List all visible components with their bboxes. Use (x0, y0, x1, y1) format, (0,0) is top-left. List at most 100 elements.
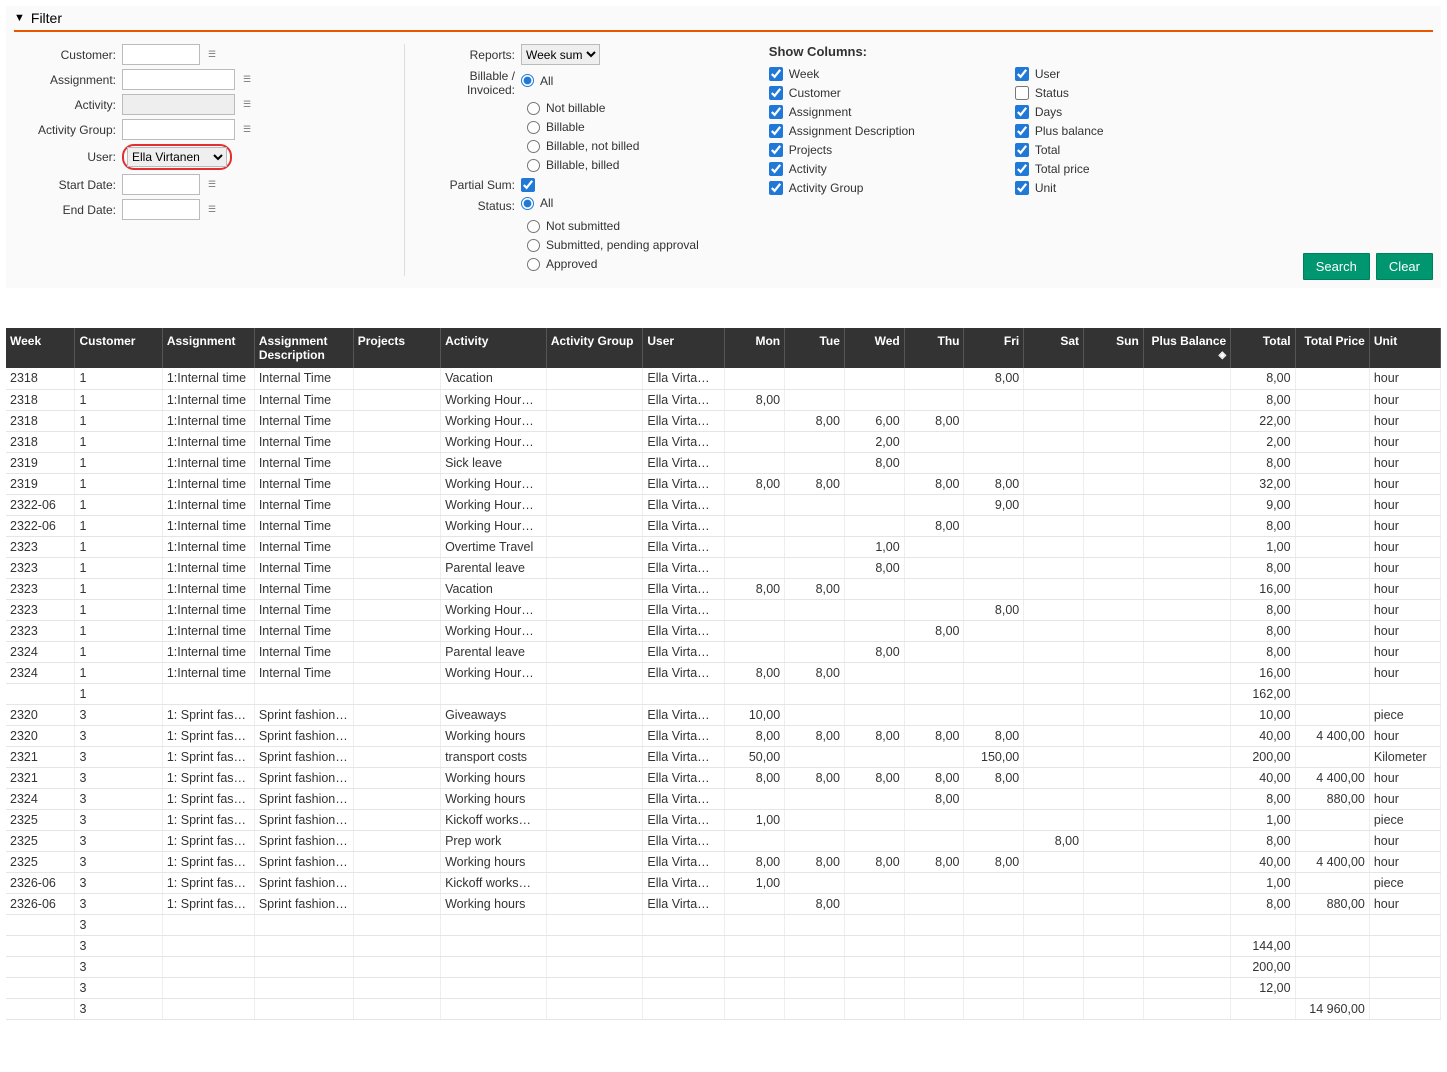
cell-grp (546, 788, 643, 809)
column-checkbox[interactable] (1015, 181, 1029, 195)
table-row[interactable]: 231811:Internal timeInternal TimeVacatio… (6, 368, 1441, 389)
column-checkbox[interactable] (1015, 124, 1029, 138)
customer-input[interactable] (122, 44, 200, 65)
col-header-activity[interactable]: Activity (441, 328, 547, 368)
status-radio-input[interactable] (527, 258, 540, 271)
table-row[interactable]: 232131: Sprint fashi…Sprint fashion …tra… (6, 746, 1441, 767)
col-header-tue[interactable]: Tue (785, 328, 845, 368)
billable-radio-input[interactable] (527, 121, 540, 134)
cell-desc: Internal Time (254, 599, 353, 620)
col-header-fri[interactable]: Fri (964, 328, 1024, 368)
col-header-thu[interactable]: Thu (904, 328, 964, 368)
col-header-activity-group[interactable]: Activity Group (546, 328, 643, 368)
table-row[interactable]: 232311:Internal timeInternal TimeWorking… (6, 620, 1441, 641)
column-checkbox[interactable] (769, 67, 783, 81)
table-row[interactable]: 231911:Internal timeInternal TimeSick le… (6, 452, 1441, 473)
billable-radio-input[interactable] (527, 102, 540, 115)
table-row[interactable]: 232131: Sprint fashi…Sprint fashion …Wor… (6, 767, 1441, 788)
customer-picker-icon[interactable] (204, 47, 220, 63)
partial-sum-checkbox[interactable] (521, 178, 535, 192)
status-radio-input[interactable] (527, 220, 540, 233)
table-row[interactable]: 3 (6, 914, 1441, 935)
column-checkbox[interactable] (1015, 162, 1029, 176)
table-row[interactable]: 232311:Internal timeInternal TimeOvertim… (6, 536, 1441, 557)
status-radio-input[interactable] (527, 239, 540, 252)
billable-radio-input[interactable] (521, 74, 534, 87)
table-row[interactable]: 231811:Internal timeInternal TimeWorking… (6, 410, 1441, 431)
table-row[interactable]: 232311:Internal timeInternal TimeVacatio… (6, 578, 1441, 599)
cell-thu (904, 893, 964, 914)
activity-group-picker-icon[interactable] (239, 122, 255, 138)
table-row[interactable]: 232411:Internal timeInternal TimeParenta… (6, 641, 1441, 662)
table-row[interactable]: 232531: Sprint fashi…Sprint fashion …Kic… (6, 809, 1441, 830)
end-date-input[interactable] (122, 199, 200, 220)
table-row[interactable]: 231811:Internal timeInternal TimeWorking… (6, 431, 1441, 452)
column-checkbox[interactable] (769, 181, 783, 195)
cell-proj (353, 452, 440, 473)
table-row[interactable]: 2322-0611:Internal timeInternal TimeWork… (6, 515, 1441, 536)
table-row[interactable]: 232031: Sprint fashi…Sprint fashion …Giv… (6, 704, 1441, 725)
search-button[interactable]: Search (1303, 253, 1370, 280)
table-row[interactable]: 232531: Sprint fashi…Sprint fashion …Pre… (6, 830, 1441, 851)
cell-proj (353, 935, 440, 956)
column-checkbox[interactable] (769, 124, 783, 138)
column-checkbox[interactable] (769, 162, 783, 176)
column-checkbox[interactable] (1015, 105, 1029, 119)
cell-cust: 3 (75, 893, 162, 914)
status-radio-input[interactable] (521, 197, 534, 210)
billable-radio-input[interactable] (527, 140, 540, 153)
col-header-week[interactable]: Week (6, 328, 75, 368)
column-checkbox[interactable] (1015, 86, 1029, 100)
table-row[interactable]: 231911:Internal timeInternal TimeWorking… (6, 473, 1441, 494)
user-select[interactable]: Ella Virtanen (127, 147, 227, 167)
col-header-plus-balance[interactable]: Plus Balance◈ (1143, 328, 1230, 368)
assignment-input[interactable] (122, 69, 235, 90)
table-row[interactable]: 314 960,00 (6, 998, 1441, 1019)
column-checkbox[interactable] (769, 105, 783, 119)
table-row[interactable]: 3200,00 (6, 956, 1441, 977)
cell-tprice (1295, 452, 1369, 473)
col-header-unit[interactable]: Unit (1369, 328, 1440, 368)
table-row[interactable]: 312,00 (6, 977, 1441, 998)
table-row[interactable]: 2322-0611:Internal timeInternal TimeWork… (6, 494, 1441, 515)
col-header-sat[interactable]: Sat (1024, 328, 1084, 368)
col-header-total-price[interactable]: Total Price (1295, 328, 1369, 368)
table-row[interactable]: 2326-0631: Sprint fashi…Sprint fashion …… (6, 893, 1441, 914)
billable-radio-input[interactable] (527, 159, 540, 172)
col-header-sun[interactable]: Sun (1084, 328, 1144, 368)
table-row[interactable]: 232031: Sprint fashi…Sprint fashion …Wor… (6, 725, 1441, 746)
table-row[interactable]: 231811:Internal timeInternal TimeWorking… (6, 389, 1441, 410)
column-checkbox[interactable] (769, 86, 783, 100)
table-row[interactable]: 232311:Internal timeInternal TimeParenta… (6, 557, 1441, 578)
col-header-user[interactable]: User (643, 328, 725, 368)
activity-picker-icon[interactable] (239, 97, 255, 113)
col-header-total[interactable]: Total (1231, 328, 1295, 368)
col-header-projects[interactable]: Projects (353, 328, 440, 368)
cell-tprice (1295, 809, 1369, 830)
col-header-customer[interactable]: Customer (75, 328, 162, 368)
col-header-assignment-description[interactable]: Assignment Description (254, 328, 353, 368)
column-checkbox[interactable] (1015, 67, 1029, 81)
table-row[interactable]: 232411:Internal timeInternal TimeWorking… (6, 662, 1441, 683)
cell-assign: 1:Internal time (162, 557, 254, 578)
start-date-picker-icon[interactable] (204, 177, 220, 193)
table-row[interactable]: 2326-0631: Sprint fashi…Sprint fashion …… (6, 872, 1441, 893)
reports-select[interactable]: Week sum (521, 44, 600, 65)
col-header-mon[interactable]: Mon (725, 328, 785, 368)
clear-button[interactable]: Clear (1376, 253, 1433, 280)
assignment-picker-icon[interactable] (239, 72, 255, 88)
filter-toggle[interactable]: ▼ Filter (14, 10, 1433, 32)
table-row[interactable]: 232311:Internal timeInternal TimeWorking… (6, 599, 1441, 620)
column-checkbox[interactable] (1015, 143, 1029, 157)
start-date-input[interactable] (122, 174, 200, 195)
table-row[interactable]: 1162,00 (6, 683, 1441, 704)
activity-group-input[interactable] (122, 119, 235, 140)
col-header-assignment[interactable]: Assignment (162, 328, 254, 368)
table-row[interactable]: 3144,00 (6, 935, 1441, 956)
table-row[interactable]: 232531: Sprint fashi…Sprint fashion …Wor… (6, 851, 1441, 872)
end-date-picker-icon[interactable] (204, 202, 220, 218)
cell-tprice (1295, 494, 1369, 515)
column-checkbox[interactable] (769, 143, 783, 157)
col-header-wed[interactable]: Wed (844, 328, 904, 368)
table-row[interactable]: 232431: Sprint fashi…Sprint fashion …Wor… (6, 788, 1441, 809)
